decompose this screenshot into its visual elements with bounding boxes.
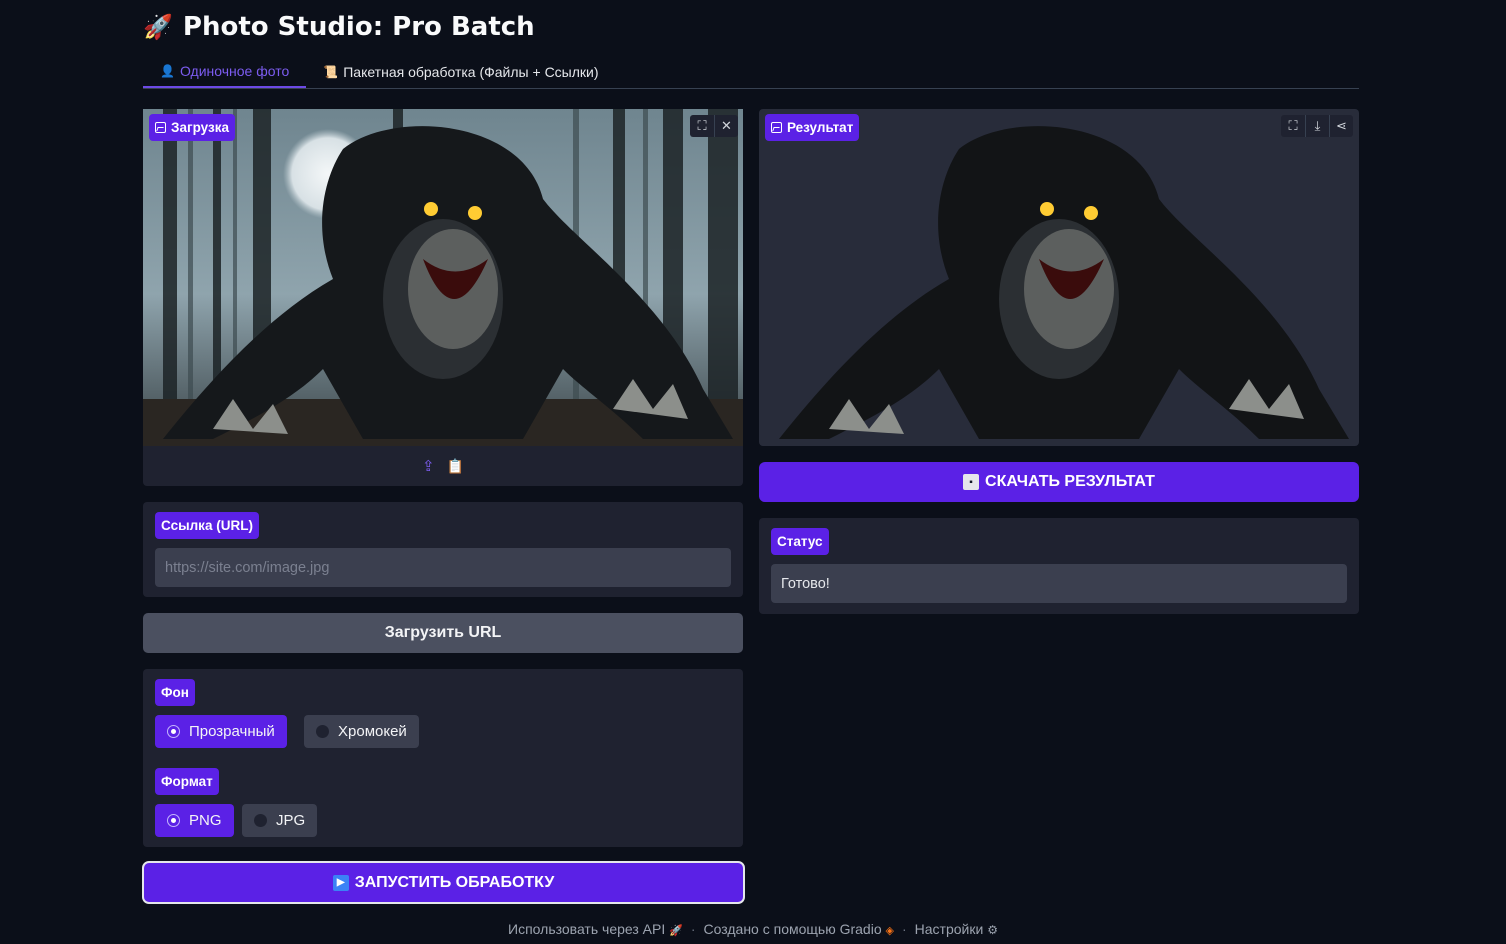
footer-settings-link[interactable]: Настройки ⚙	[915, 921, 998, 937]
close-icon[interactable]: ✕	[714, 115, 738, 137]
radio-label: PNG	[189, 812, 222, 829]
download-result-label: СКАЧАТЬ РЕЗУЛЬТАТ	[985, 473, 1155, 490]
radio-dot	[316, 725, 329, 738]
upload-icon[interactable]: ⇪	[422, 457, 435, 475]
rocket-small-icon: 🚀	[669, 925, 683, 937]
footer: Использовать через API 🚀 · Создано с пом…	[0, 918, 1506, 940]
upload-label: Загрузка	[149, 114, 235, 141]
footer-settings-text: Настройки	[914, 921, 984, 937]
radio-transparent[interactable]: Прозрачный	[155, 715, 287, 748]
horror-creature-image	[143, 109, 743, 446]
clipboard-icon[interactable]: 📋	[447, 458, 464, 475]
footer-api-text: Использовать через API	[508, 921, 666, 937]
result-label-text: Результат	[787, 120, 854, 135]
page-title-text: Photo Studio: Pro Batch	[182, 12, 535, 42]
radio-label: Прозрачный	[189, 723, 275, 740]
rocket-icon: 🚀	[143, 13, 173, 41]
uploaded-image	[143, 109, 743, 446]
gear-icon: ⚙	[987, 923, 998, 937]
image-icon	[155, 122, 166, 133]
upload-image-panel: Загрузка ⛶ ✕ ⇪ 📋	[143, 109, 743, 486]
page-title: 🚀 Photo Studio: Pro Batch	[143, 10, 535, 44]
share-icon[interactable]: ⋖	[1329, 115, 1353, 137]
fullscreen-icon[interactable]: ⛶	[690, 115, 714, 137]
result-label: Результат	[765, 114, 860, 141]
run-processing-button[interactable]: ▶ ЗАПУСТИТЬ ОБРАБОТКУ	[142, 861, 745, 904]
result-toolbar: ⛶ ⤓ ⋖	[1281, 115, 1353, 137]
footer-built-text: Создано с помощью Gradio	[703, 921, 882, 937]
url-panel: Ссылка (URL) https://site.com/image.jpg	[143, 502, 743, 597]
play-icon: ▶	[332, 874, 349, 891]
source-bar: ⇪ 📋	[143, 446, 743, 486]
status-label-text: Статус	[777, 534, 823, 549]
footer-gradio-link[interactable]: Создано с помощью Gradio ◈	[704, 921, 894, 937]
radio-label: JPG	[276, 812, 306, 829]
status-panel: Статус Готово!	[759, 518, 1359, 614]
format-label: Формат	[155, 768, 219, 795]
download-icon[interactable]: ⤓	[1305, 115, 1329, 137]
download-result-button[interactable]: ▪ СКАЧАТЬ РЕЗУЛЬТАТ	[759, 462, 1359, 502]
upload-label-text: Загрузка	[171, 120, 229, 135]
url-label-text: Ссылка (URL)	[161, 518, 253, 533]
footer-api-link[interactable]: Использовать через API 🚀	[508, 921, 683, 937]
radio-dot	[167, 725, 180, 738]
tab-single-photo[interactable]: 👤 Одиночное фото	[143, 55, 307, 88]
tab-batch-processing[interactable]: 📜 Пакетная обработка (Файлы + Ссылки)	[306, 55, 615, 88]
tab-label: Пакетная обработка (Файлы + Ссылки)	[343, 63, 599, 80]
tab-bar: 👤 Одиночное фото 📜 Пакетная обработка (Ф…	[143, 56, 1359, 89]
load-url-button[interactable]: Загрузить URL	[143, 613, 743, 653]
image-icon	[771, 122, 782, 133]
status-field: Готово!	[771, 564, 1347, 603]
radio-label: Хромокей	[338, 723, 407, 740]
fullscreen-icon[interactable]: ⛶	[1281, 115, 1305, 137]
result-image	[779, 126, 1349, 440]
gradio-logo-icon: ◈	[885, 925, 894, 937]
result-image-panel: Результат ⛶ ⤓ ⋖	[759, 109, 1359, 446]
options-panel: Фон Прозрачный Хромокей Формат PNG JPG	[143, 669, 743, 847]
bust-icon: 👤	[160, 63, 175, 78]
format-label-text: Формат	[161, 774, 213, 789]
footer-separator: ·	[690, 921, 696, 937]
scroll-icon: 📜	[323, 64, 339, 79]
creature-cutout	[779, 126, 1349, 440]
upload-toolbar: ⛶ ✕	[690, 115, 738, 137]
radio-chromakey[interactable]: Хромокей	[304, 715, 419, 748]
background-label-text: Фон	[161, 685, 189, 700]
radio-dot	[167, 814, 180, 827]
background-label: Фон	[155, 679, 195, 706]
radio-dot	[254, 814, 267, 827]
footer-separator: ·	[901, 921, 907, 937]
status-label: Статус	[771, 528, 829, 555]
status-value: Готово!	[781, 575, 830, 592]
url-label: Ссылка (URL)	[155, 512, 259, 539]
run-processing-label: ЗАПУСТИТЬ ОБРАБОТКУ	[354, 873, 555, 891]
floppy-disk-icon: ▪	[963, 474, 980, 490]
radio-png[interactable]: PNG	[155, 804, 234, 837]
url-input[interactable]: https://site.com/image.jpg	[155, 548, 731, 587]
radio-jpg[interactable]: JPG	[242, 804, 318, 837]
tab-label: Одиночное фото	[179, 62, 290, 79]
url-placeholder: https://site.com/image.jpg	[165, 559, 330, 576]
load-url-label: Загрузить URL	[384, 624, 502, 641]
